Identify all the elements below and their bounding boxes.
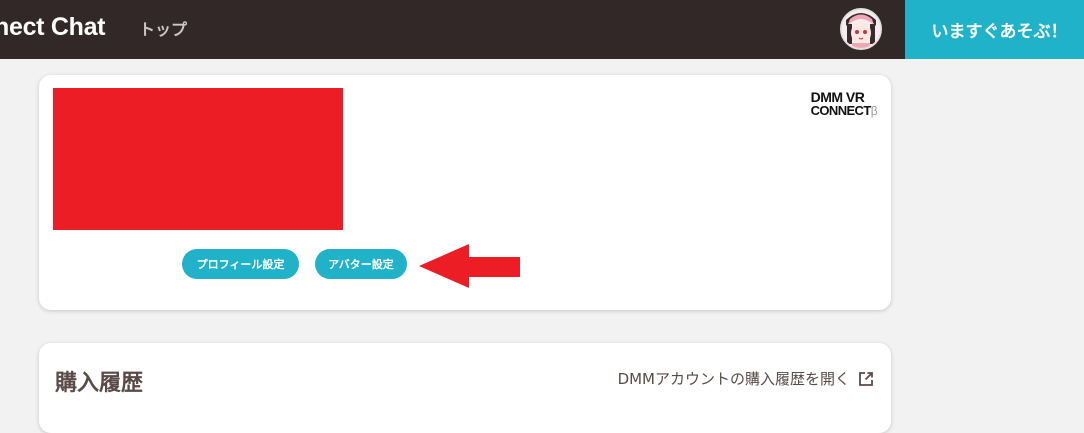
profile-settings-button[interactable]: プロフィール設定	[182, 249, 299, 279]
logo-beta-mark: β	[870, 104, 878, 118]
logo-line2-text: CONNECT	[810, 103, 872, 118]
logo-line1: DMM VR	[810, 89, 865, 105]
avatar-settings-button[interactable]: アバター設定	[315, 249, 407, 279]
purchase-history-card: 購入履歴 DMMアカウントの購入履歴を開く	[39, 343, 891, 433]
user-avatar[interactable]	[840, 8, 882, 50]
top-header: nect Chat トップ いますぐあそぶ！	[0, 0, 1084, 59]
dmm-link-label: DMMアカウントの購入履歴を開く	[617, 370, 850, 388]
nav-top-link[interactable]: トップ	[139, 16, 187, 40]
app-title[interactable]: nect Chat	[0, 13, 106, 42]
logo-line2: CONNECTβ	[810, 103, 878, 118]
external-link-icon	[859, 371, 873, 386]
avatar-image	[842, 10, 880, 48]
redacted-area	[53, 88, 343, 230]
play-now-button[interactable]: いますぐあそぶ！	[905, 0, 1084, 59]
purchase-history-title: 購入履歴	[55, 371, 144, 396]
red-arrow-annotation	[419, 244, 520, 288]
dmm-purchase-history-link[interactable]: DMMアカウントの購入履歴を開く	[618, 368, 874, 389]
dmm-vr-connect-logo: DMM VR CONNECTβ	[810, 89, 878, 118]
